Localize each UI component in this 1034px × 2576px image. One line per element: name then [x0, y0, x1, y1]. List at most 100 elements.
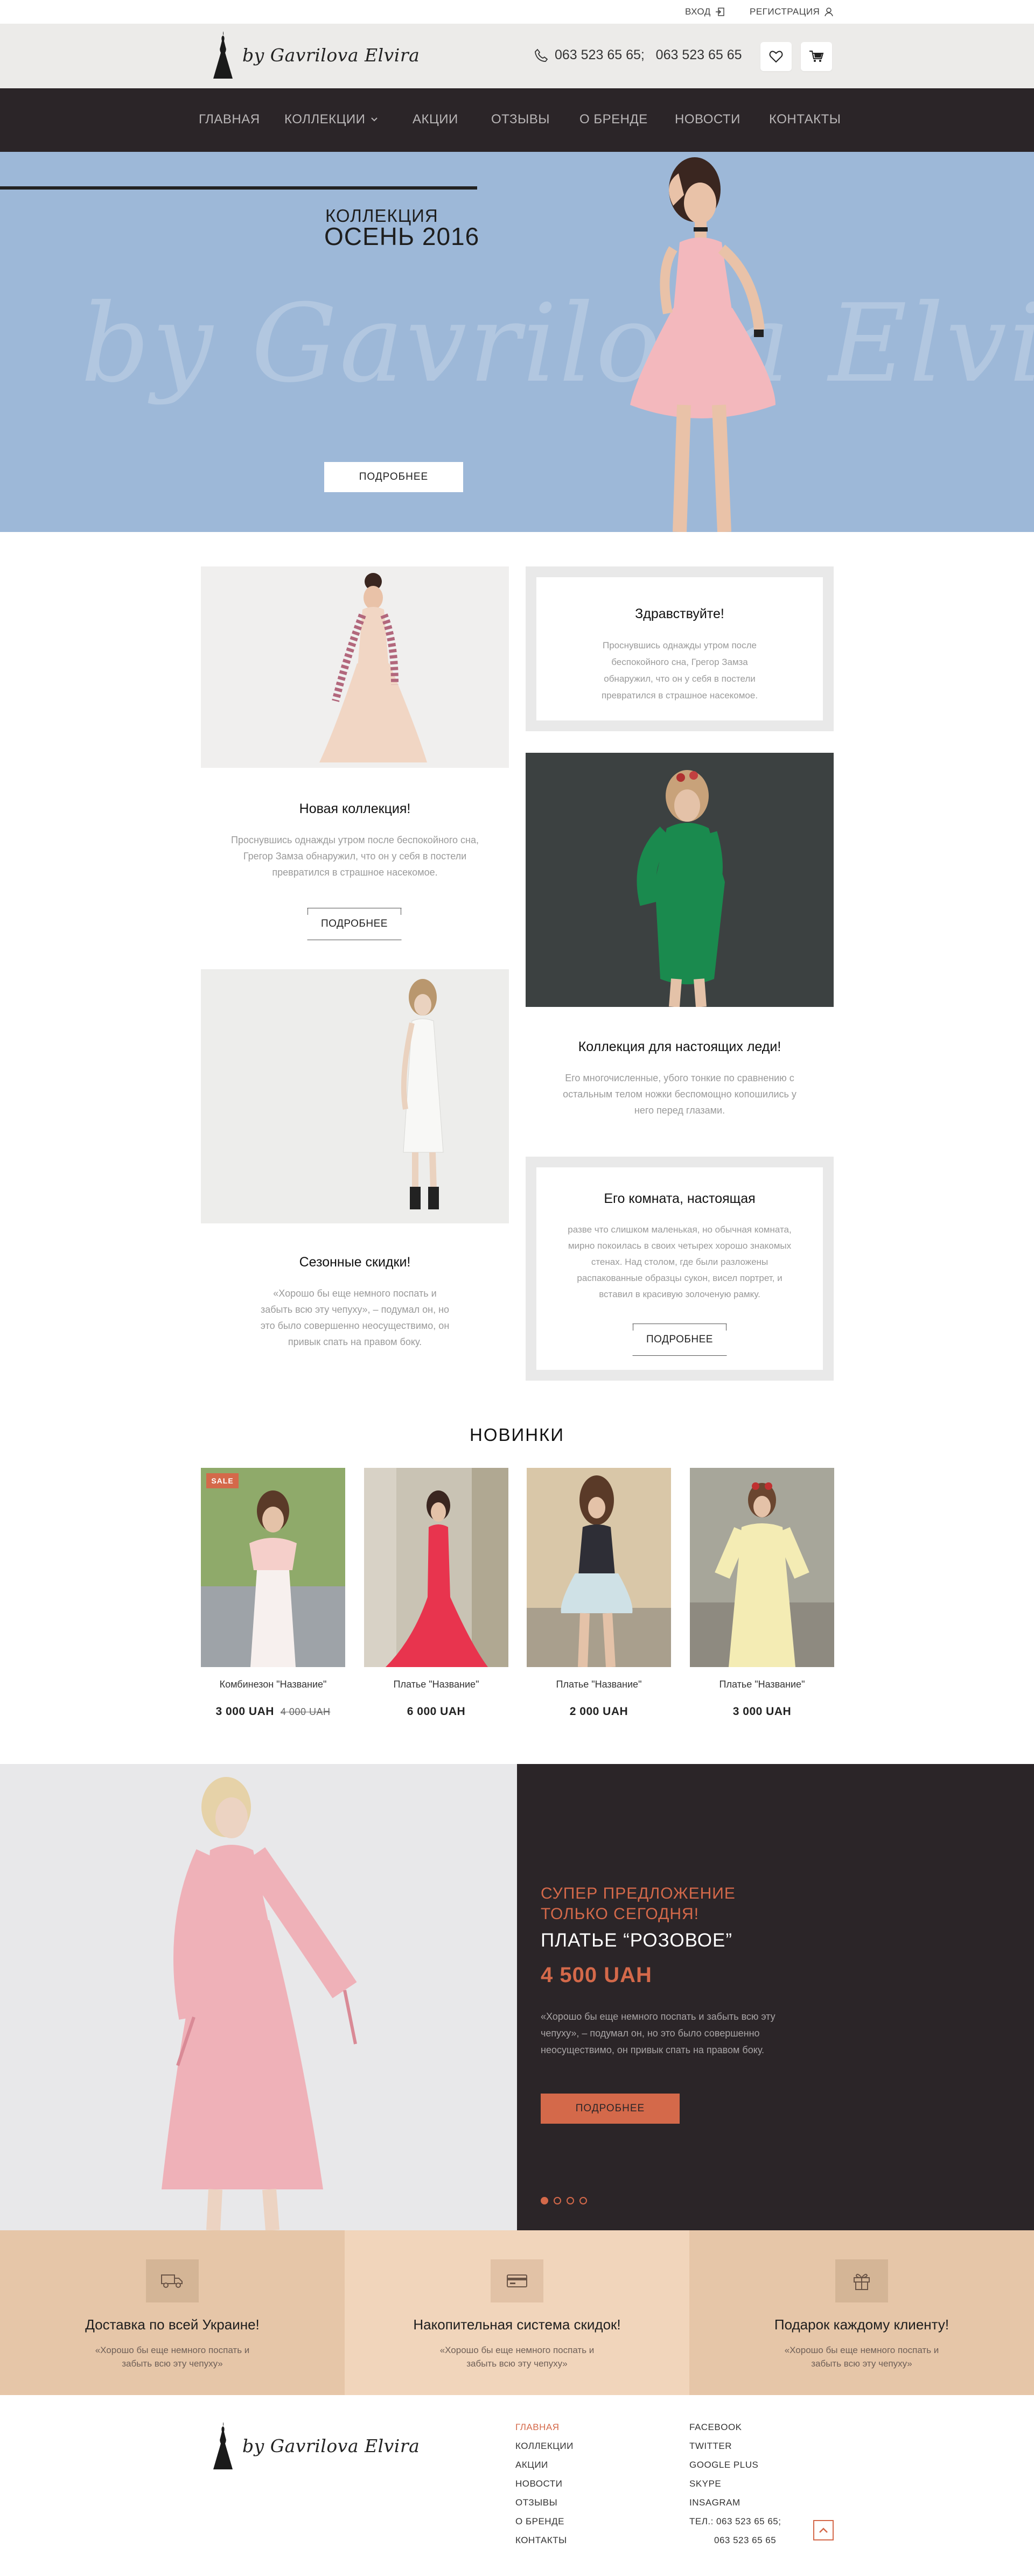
price-current: 3 000 UAH [732, 1705, 792, 1718]
promo-kicker-line1: СУПЕР ПРЕДЛОЖЕНИЕ [541, 1885, 736, 1902]
login-link[interactable]: ВХОД [685, 6, 725, 17]
hero-more-button[interactable]: ПОДРОБНЕЕ [324, 462, 463, 492]
main-nav: ГЛАВНАЯ КОЛЛЕКЦИИ АКЦИИ ОТЗЫВЫ О БРЕНДЕ … [0, 88, 1034, 152]
footer-link-facebook[interactable]: FACEBOOK [689, 2418, 781, 2437]
footer-link-news[interactable]: НОВОСТИ [515, 2474, 574, 2493]
benefit-title: Доставка по всей Украине! [85, 2316, 260, 2333]
slider-dot[interactable] [567, 2197, 574, 2204]
promo-image-panel [0, 1764, 517, 2230]
new-collection-description: Проснувшись однажды утром после беспокой… [231, 835, 479, 878]
logo-text: by Gavrilova Elvira [242, 2435, 420, 2456]
product-card[interactable]: Платье "Название" 2 000 UAH [527, 1468, 671, 1718]
scroll-to-top-button[interactable] [813, 2520, 834, 2540]
nav-item-label: О БРЕНДЕ [579, 112, 648, 127]
nav-item-home[interactable]: ГЛАВНАЯ [199, 112, 260, 127]
product-name: Комбинезон "Название" [219, 1679, 327, 1690]
hero-banner: by Gavrilova Elvira КОЛЛЕКЦИЯ ОСЕНЬ 2016… [0, 152, 1034, 532]
greeting-description: Проснувшись однажды утром после беспокой… [601, 640, 758, 701]
product-card[interactable]: SALE Комбинезон "Название" 3 000 UAH 4 00… [201, 1468, 345, 1718]
footer-logo[interactable]: by Gavrilova Elvira [211, 2420, 420, 2472]
hero-divider [0, 186, 477, 190]
hero-model-image [630, 157, 776, 532]
room-box: Его комната, настоящая разве что слишком… [526, 1157, 834, 1381]
product-card[interactable]: Платье "Название" 6 000 UAH [364, 1468, 508, 1718]
footer-link-google-plus[interactable]: GOOGLE PLUS [689, 2455, 781, 2474]
room-text: Его комната, настоящая разве что слишком… [536, 1191, 823, 1303]
register-link[interactable]: РЕГИСТРАЦИЯ [750, 6, 834, 17]
footer-menu: ГЛАВНАЯ КОЛЛЕКЦИИ АКЦИИ НОВОСТИ ОТЗЫВЫ О… [515, 2418, 574, 2550]
product-image [690, 1468, 834, 1667]
seasonal-sale-title: Сезонные скидки! [299, 1255, 411, 1270]
truck-icon [161, 2274, 183, 2288]
product-card[interactable]: Платье "Название" 3 000 UAH [690, 1468, 834, 1718]
new-arrivals-title: НОВИНКИ [469, 1425, 564, 1445]
footer-link-twitter[interactable]: TWITTER [689, 2437, 781, 2455]
price-current: 2 000 UAH [569, 1705, 628, 1718]
sale-badge: SALE [206, 1473, 239, 1488]
nav-item-contacts[interactable]: КОНТАКТЫ [769, 112, 841, 127]
seasonal-sale-description: «Хорошо бы еще немного поспать и забыть … [260, 1288, 450, 1347]
slider-dot[interactable] [554, 2197, 561, 2204]
product-price: 3 000 UAH 4 000 UAH [201, 1705, 345, 1718]
benefit-delivery: Доставка по всей Украине! «Хорошо бы еще… [0, 2230, 345, 2395]
slider-dot[interactable] [541, 2197, 548, 2204]
product-photo [527, 1468, 671, 1667]
nav-item-reviews[interactable]: ОТЗЫВЫ [491, 112, 550, 127]
new-collection-more-button[interactable]: ПОДРОБНЕЕ [307, 908, 402, 940]
nav-item-collections[interactable]: КОЛЛЕКЦИИ [284, 112, 378, 127]
footer-link-skype[interactable]: SKYPE [689, 2474, 781, 2493]
promo-price: 4 500 UAH [541, 1963, 652, 1987]
header-phones: 063 523 65 65; 063 523 65 65 [534, 47, 742, 63]
benefit-gift: Подарок каждому клиенту! «Хорошо бы еще … [689, 2230, 1034, 2395]
slider-dot[interactable] [579, 2197, 587, 2204]
greeting-title: Здравствуйте! [635, 606, 724, 621]
nav-item-news[interactable]: НОВОСТИ [675, 112, 740, 127]
footer-link-home[interactable]: ГЛАВНАЯ [515, 2418, 574, 2437]
product-name: Платье "Название" [719, 1679, 805, 1690]
seasonal-sale-text: Сезонные скидки! «Хорошо бы еще немного … [201, 1255, 509, 1350]
benefit-title: Подарок каждому клиенту! [774, 2316, 949, 2333]
price-old: 4 000 UAH [280, 1706, 331, 1717]
benefit-discounts: Накопительная система скидок! «Хорошо бы… [345, 2230, 689, 2395]
card-icon [507, 2274, 527, 2287]
nav-item-label: КОЛЛЕКЦИИ [284, 112, 366, 127]
promo-description: «Хорошо бы еще немного поспать и забыть … [541, 2011, 776, 2055]
dress-logo-icon [213, 2422, 233, 2469]
header-logo[interactable]: by Gavrilova Elvira [211, 29, 420, 81]
footer-phone-2: 063 523 65 65 [714, 2535, 777, 2545]
login-label: ВХОД [685, 6, 711, 17]
promo-offer-panel: СУПЕР ПРЕДЛОЖЕНИЕ ТОЛЬКО СЕГОДНЯ! ПЛАТЬЕ… [517, 1764, 1034, 2230]
footer-link-collections[interactable]: КОЛЛЕКЦИИ [515, 2437, 574, 2455]
chevron-down-icon [371, 117, 378, 122]
footer-link-instagram[interactable]: INSAGRAM [689, 2493, 781, 2512]
nav-item-sales[interactable]: АКЦИИ [413, 112, 458, 127]
footer-link-reviews[interactable]: ОТЗЫВЫ [515, 2493, 574, 2512]
greeting-text: Здравствуйте! Проснувшись однажды утром … [536, 606, 823, 704]
benefit-description: «Хорошо бы еще немного поспать и забыть … [784, 2345, 939, 2369]
footer-link-contacts[interactable]: КОНТАКТЫ [515, 2531, 574, 2550]
benefit-title: Накопительная система скидок! [413, 2316, 621, 2333]
nav-item-label: ГЛАВНАЯ [199, 112, 260, 127]
phone-numbers: 063 523 65 65; 063 523 65 65 [555, 47, 742, 62]
price-current: 6 000 UAH [407, 1705, 466, 1718]
login-icon [715, 8, 724, 16]
site-header: by Gavrilova Elvira 063 523 65 65; 063 5… [0, 24, 1034, 88]
promo-product-name: ПЛАТЬЕ “РОЗОВОЕ” [541, 1930, 732, 1951]
footer-social: FACEBOOK TWITTER GOOGLE PLUS SKYPE INSAG… [689, 2418, 781, 2550]
room-title: Его комната, настоящая [604, 1191, 756, 1206]
benefit-icon-box [835, 2259, 888, 2302]
promo-more-button[interactable]: ПОДРОБНЕЕ [541, 2094, 680, 2124]
room-more-button[interactable]: ПОДРОБНЕЕ [632, 1324, 727, 1356]
favorites-button[interactable] [760, 42, 792, 71]
nav-item-label: КОНТАКТЫ [769, 112, 841, 127]
footer-link-about[interactable]: О БРЕНДЕ [515, 2512, 574, 2531]
site-footer: by Gavrilova Elvira ГЛАВНАЯ КОЛЛЕКЦИИ АК… [0, 2395, 1034, 2576]
price-current: 3 000 UAH [215, 1705, 274, 1718]
dress-logo-icon [213, 31, 233, 79]
heart-icon [769, 51, 783, 63]
collection-photo-3 [201, 969, 509, 1223]
footer-link-sales[interactable]: АКЦИИ [515, 2455, 574, 2474]
ladies-collection-title: Коллекция для настоящих леди! [578, 1039, 781, 1054]
cart-button[interactable] [801, 42, 832, 71]
nav-item-about[interactable]: О БРЕНДЕ [579, 112, 648, 127]
